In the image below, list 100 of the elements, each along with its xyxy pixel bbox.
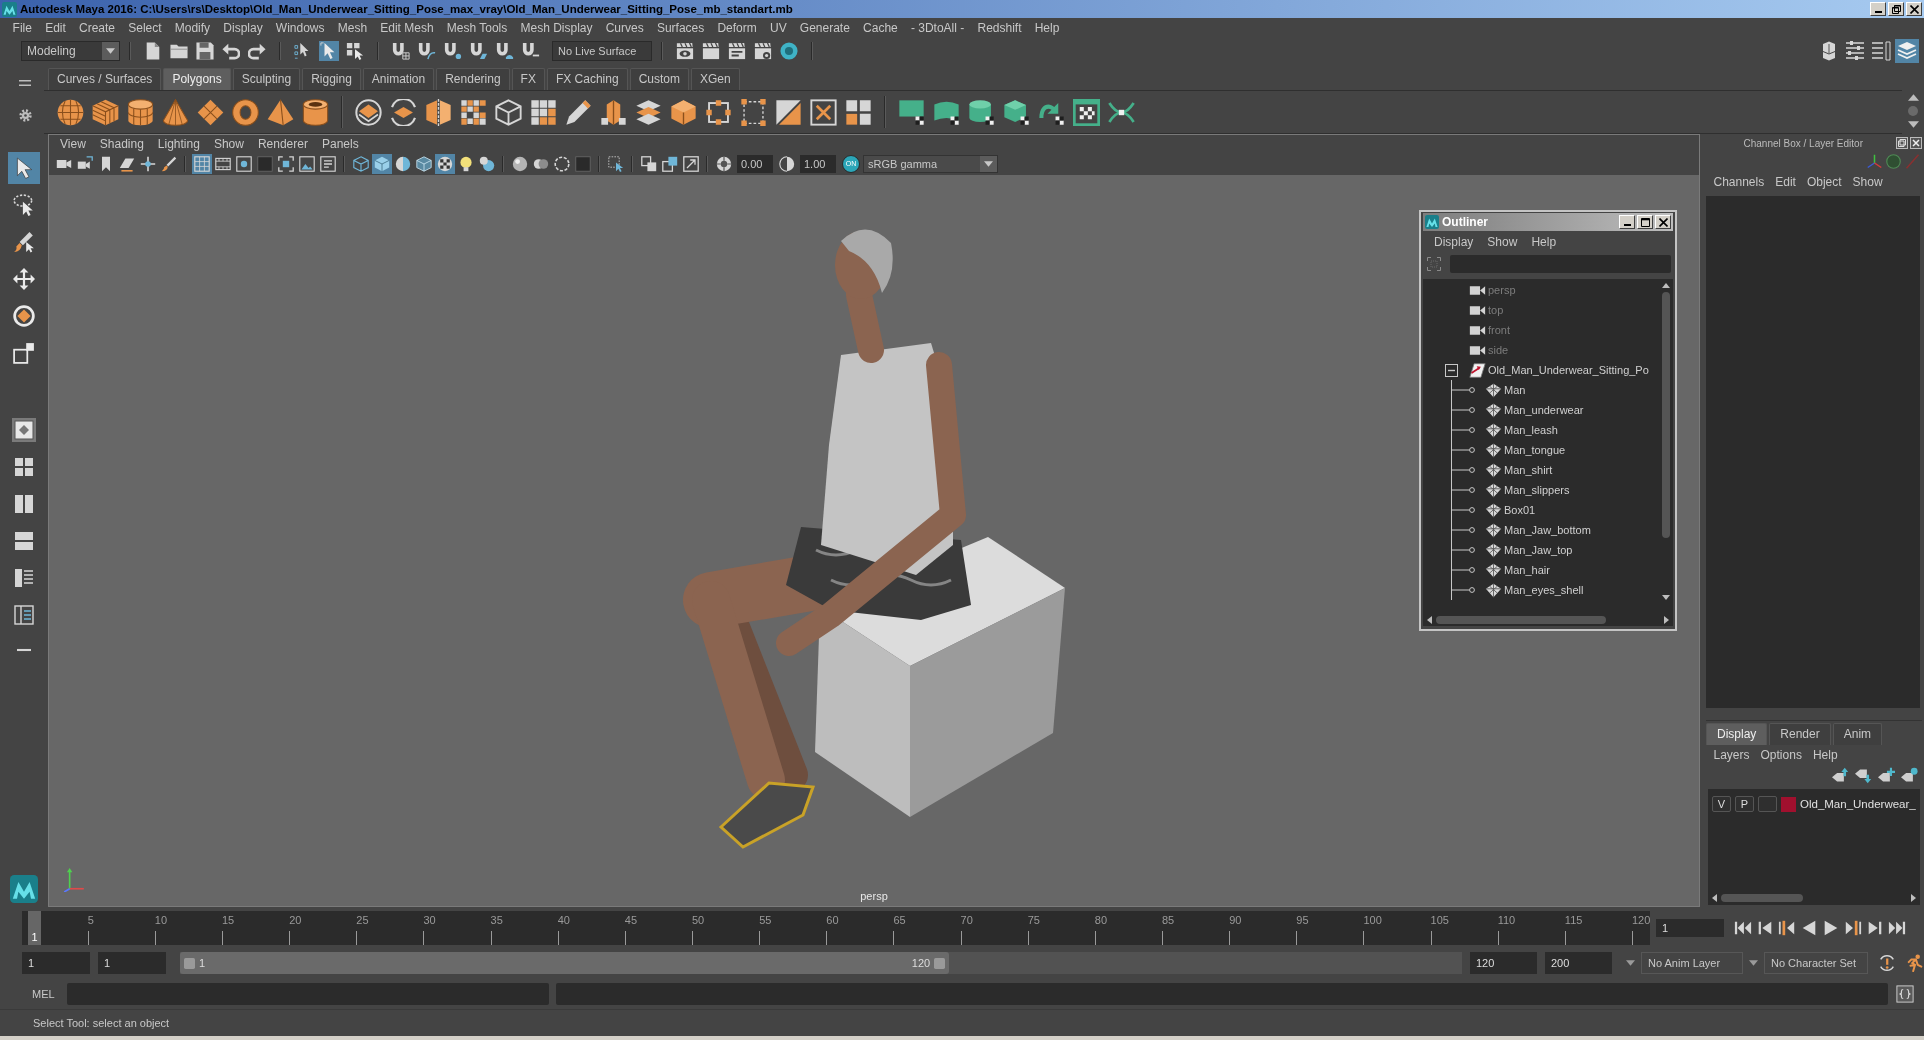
magnet-point-icon[interactable] xyxy=(443,41,463,61)
scroll-left-icon[interactable] xyxy=(1712,894,1717,902)
magnet-plane-icon[interactable] xyxy=(469,41,489,61)
menu-item[interactable]: Edit Mesh xyxy=(373,20,441,36)
stacked-planes-icon[interactable] xyxy=(635,98,662,126)
menu-item[interactable]: UV xyxy=(763,20,794,36)
layer-name[interactable]: Old_Man_Underwear_ xyxy=(1800,798,1916,810)
side-panes-icon[interactable] xyxy=(12,492,36,516)
grid-lines-icon[interactable] xyxy=(191,154,212,174)
shelf-tab[interactable]: XGen xyxy=(690,68,740,90)
outliner-item[interactable]: Man_Jaw_bottom xyxy=(1504,524,1591,536)
auto-key-icon[interactable] xyxy=(1878,954,1896,972)
outliner-item[interactable]: Box01 xyxy=(1504,504,1536,516)
end-frame-field[interactable]: 200 xyxy=(1545,952,1612,974)
torus-icon[interactable] xyxy=(232,98,259,126)
outliner-item[interactable]: Man_shirt xyxy=(1504,464,1553,476)
outliner-item[interactable]: Man_eyes_shell xyxy=(1504,584,1584,596)
close-icon[interactable] xyxy=(1910,137,1922,149)
cone-icon[interactable] xyxy=(162,98,189,126)
magnet-curve-icon[interactable] xyxy=(417,41,437,61)
outliner-menu-item[interactable]: Display xyxy=(1427,234,1481,249)
panel-menu-item[interactable]: Show xyxy=(206,137,251,151)
dot-square-icon[interactable] xyxy=(233,154,254,174)
cylinder-icon[interactable] xyxy=(127,98,154,126)
menu-item[interactable]: Edit xyxy=(38,20,73,36)
skip-to-end-icon[interactable] xyxy=(1888,919,1906,937)
command-input-field[interactable] xyxy=(67,983,549,1005)
previous-key-icon[interactable] xyxy=(1778,919,1796,937)
clapperboard-icon[interactable] xyxy=(701,41,721,61)
scrollbar-thumb[interactable] xyxy=(1661,292,1670,538)
dash-line-icon[interactable] xyxy=(17,648,31,652)
wireframe-cube-icon[interactable] xyxy=(350,154,371,174)
anim-layer-dropdown[interactable]: No Anim Layer xyxy=(1641,952,1743,974)
split-cube-icon[interactable] xyxy=(425,98,452,126)
layer-dot-icon[interactable] xyxy=(1901,766,1918,784)
outliner-item[interactable]: Man_hair xyxy=(1504,564,1550,576)
checker-grid-icon[interactable] xyxy=(460,98,487,126)
running-figure-icon[interactable] xyxy=(1906,954,1924,972)
maximize-button[interactable] xyxy=(1637,215,1653,229)
pane-outline-icon[interactable] xyxy=(12,603,36,627)
step-forward-icon[interactable] xyxy=(1866,919,1884,937)
frame-handles-icon[interactable] xyxy=(740,98,767,126)
menu-item[interactable]: Create xyxy=(72,20,122,36)
panel-menu-item[interactable]: Panels xyxy=(314,137,366,151)
range-handle-icon[interactable] xyxy=(934,957,946,969)
shelf-tab[interactable]: Sculpting xyxy=(232,68,301,90)
shelf-tab[interactable]: Curves / Surfaces xyxy=(48,68,162,90)
magnet-grid-icon[interactable] xyxy=(391,41,411,61)
scroll-up-icon[interactable] xyxy=(1661,283,1670,288)
cube-checker-icon[interactable] xyxy=(1003,98,1030,126)
channel-box-menu-item[interactable]: Edit xyxy=(1769,175,1802,189)
scroll-down-icon[interactable] xyxy=(1661,595,1670,600)
layer-editor-tab[interactable]: Display xyxy=(1706,723,1768,745)
menu-item[interactable]: Generate xyxy=(793,20,857,36)
dashed-ring-icon[interactable] xyxy=(551,154,572,174)
outliner-item[interactable]: front xyxy=(1488,324,1510,336)
clapperboard-gear-icon[interactable] xyxy=(753,41,773,61)
list-sliders-icon[interactable] xyxy=(1843,39,1867,63)
pane-list-icon[interactable] xyxy=(12,566,36,590)
square-handles-icon[interactable] xyxy=(705,98,732,126)
view-transform-dropdown[interactable]: sRGB gamma xyxy=(863,155,998,173)
caret-icon[interactable] xyxy=(1749,960,1758,966)
restore-button[interactable] xyxy=(1888,2,1904,16)
scroll-left-icon[interactable] xyxy=(1427,616,1432,624)
shelf-tab[interactable]: Rendering xyxy=(436,68,510,90)
settings-icon[interactable] xyxy=(18,109,32,123)
menu-item[interactable]: Mesh xyxy=(331,20,374,36)
menu-item[interactable]: Select xyxy=(121,20,169,36)
panel-menu-item[interactable]: Renderer xyxy=(250,137,315,151)
menu-item[interactable]: Curves xyxy=(599,20,651,36)
live-surface-field[interactable]: No Live Surface xyxy=(552,41,652,61)
channel-box-menu-item[interactable]: Object xyxy=(1801,175,1848,189)
wire-cube-icon[interactable] xyxy=(495,98,522,126)
shelf-tab[interactable]: Rigging xyxy=(302,68,361,90)
squares-overlap-icon[interactable] xyxy=(638,154,659,174)
stacked-panes-icon[interactable] xyxy=(12,529,36,553)
outliner-item[interactable]: Man_slippers xyxy=(1504,484,1570,496)
outliner-menu-item[interactable]: Help xyxy=(1524,234,1564,249)
next-key-icon[interactable] xyxy=(1844,919,1862,937)
caret-icon[interactable] xyxy=(1626,960,1635,966)
layer-plus-icon[interactable] xyxy=(1878,766,1895,784)
hollow-cylinder-icon[interactable] xyxy=(302,98,329,126)
playback-end-field[interactable]: 120 xyxy=(1470,952,1537,974)
menu-item[interactable]: Display xyxy=(216,20,270,36)
scroll-up-icon[interactable] xyxy=(1907,94,1919,101)
shelf-tab[interactable]: FX xyxy=(511,68,545,90)
diamond-plane-icon[interactable] xyxy=(197,98,224,126)
close-button[interactable] xyxy=(1906,2,1922,16)
layer-up-icon[interactable] xyxy=(1832,766,1849,784)
shelf-tab[interactable]: Polygons xyxy=(163,68,231,90)
character-set-dropdown[interactable]: No Character Set xyxy=(1764,952,1868,974)
scrollbar-thumb[interactable] xyxy=(1436,616,1606,624)
shelf-tab[interactable]: Animation xyxy=(362,68,435,90)
plane-checker-icon[interactable] xyxy=(898,98,925,126)
scrollbar-thumb[interactable] xyxy=(1721,894,1803,902)
menu-item[interactable]: Surfaces xyxy=(650,20,711,36)
menu-item[interactable]: Mesh Display xyxy=(513,20,600,36)
outliner-item[interactable]: Man_leash xyxy=(1504,424,1558,436)
scroll-right-icon[interactable] xyxy=(1911,894,1916,902)
outliner-item[interactable]: Man xyxy=(1504,384,1526,396)
